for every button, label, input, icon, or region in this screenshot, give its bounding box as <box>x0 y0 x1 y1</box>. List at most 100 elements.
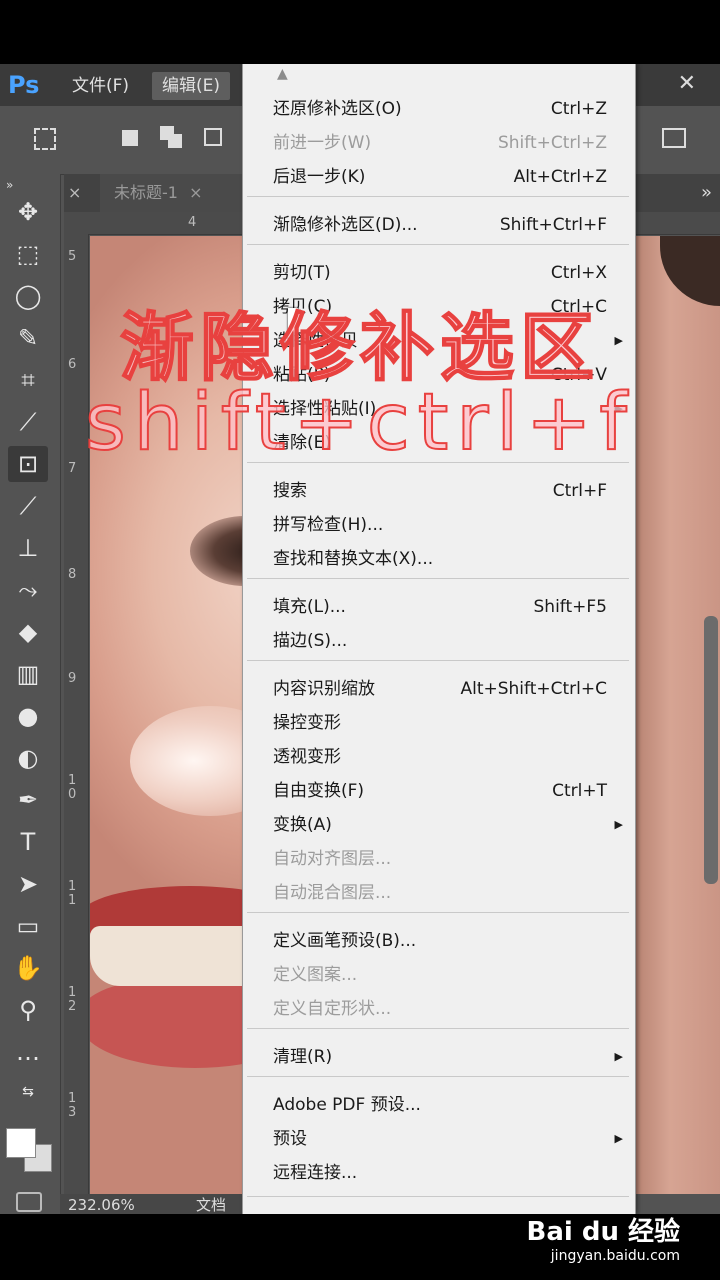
menu-item[interactable]: 拼写检查(H)... <box>273 510 607 540</box>
subtract-selection-icon[interactable] <box>200 124 230 154</box>
brush-tool-icon[interactable]: ⟋ <box>8 488 48 524</box>
menu-item-label: 清除(E) <box>273 433 332 453</box>
menu-item-label: 预设 <box>273 1129 307 1149</box>
menu-item[interactable]: 剪切(T) Ctrl+X <box>273 258 607 288</box>
swap-colors-icon[interactable]: ⇆ <box>8 1074 48 1110</box>
menu-item: 定义自定形状... <box>273 994 607 1024</box>
menu-item-label: 内容识别缩放 <box>273 679 375 699</box>
menu-item: 定义图案... <box>273 960 607 990</box>
menu-item-label: 渐隐修补选区(D)... <box>273 215 418 235</box>
ruler-label: 1 1 <box>68 879 77 908</box>
tabs-overflow-icon[interactable]: » <box>701 174 712 212</box>
menu-item-label: 远程连接... <box>273 1163 358 1183</box>
menu-separator <box>247 1196 629 1197</box>
edit-menu-dropdown: ▲ 还原修补选区(O) Ctrl+Z 前进一步(W) Shift+Ctrl+Z 后退一步… <box>242 64 636 1214</box>
ruler-label: 4 <box>188 215 197 230</box>
type-tool-icon[interactable]: T <box>8 824 48 860</box>
menu-item-shortcut: Shift+Ctrl+F <box>499 215 607 235</box>
quick-select-tool-icon[interactable]: ✎ <box>8 320 48 356</box>
menu-item[interactable]: 后退一步(K) Alt+Ctrl+Z <box>273 162 607 192</box>
menu-separator <box>247 1076 629 1077</box>
menu-item-shortcut: Alt+Shift+Ctrl+C <box>460 679 607 699</box>
patch-tool-preset-icon[interactable] <box>30 124 60 154</box>
shape-tool-icon[interactable]: ▭ <box>8 908 48 944</box>
menu-item[interactable]: 自由变换(F) Ctrl+T <box>273 776 607 806</box>
menu-item[interactable]: 清理(R) ▶ <box>273 1042 623 1072</box>
tab-close-icon[interactable]: × <box>189 183 202 202</box>
menu-item-shortcut: Ctrl+C <box>550 297 607 317</box>
pen-tool-icon[interactable]: ✒ <box>8 782 48 818</box>
move-tool-icon[interactable]: ✥ <box>8 194 48 230</box>
menu-item[interactable]: 填充(L)... Shift+F5 <box>273 592 607 622</box>
menu-item: 自动混合图层... <box>273 878 607 908</box>
hand-tool-icon[interactable]: ✋ <box>8 950 48 986</box>
crop-tool-icon[interactable]: ⌗ <box>8 362 48 398</box>
menu-edit[interactable]: 编辑(E) <box>152 72 231 100</box>
menu-item[interactable]: 还原修补选区(O) Ctrl+Z <box>273 94 607 124</box>
workspace-icon[interactable] <box>660 124 690 154</box>
menu-item[interactable]: 预设 ▶ <box>273 1124 623 1154</box>
eyedropper-tool-icon[interactable]: ⟋ <box>8 404 48 440</box>
menu-item[interactable]: 拷贝(C) Ctrl+C <box>273 292 607 322</box>
foreground-color-swatch[interactable] <box>6 1128 36 1158</box>
menu-item-label: 透视变形 <box>273 747 341 767</box>
vertical-scrollbar[interactable] <box>704 616 718 884</box>
gradient-tool-icon[interactable]: ▥ <box>8 656 48 692</box>
menu-item-label: 搜索 <box>273 481 307 501</box>
submenu-arrow-icon: ▶ <box>614 818 623 831</box>
patch-tool-icon[interactable]: ⊡ <box>8 446 48 482</box>
ruler-label: 5 <box>68 249 77 264</box>
menu-item-label: 定义自定形状... <box>273 999 392 1019</box>
stamp-tool-icon[interactable]: ⊥ <box>8 530 48 566</box>
path-select-tool-icon[interactable]: ➤ <box>8 866 48 902</box>
menu-item-label: 前进一步(W) <box>273 133 372 153</box>
doc-info-label: 文档 <box>196 1196 227 1214</box>
zoom-tool-icon[interactable]: ⚲ <box>8 992 48 1028</box>
menu-item-label: 后退一步(K) <box>273 167 366 187</box>
new-selection-icon[interactable] <box>116 124 146 154</box>
menu-scroll-up-icon[interactable]: ▲ <box>277 66 288 82</box>
menu-item[interactable]: 选择性粘贴(I) ▶ <box>273 394 623 424</box>
menu-item[interactable]: 选择性拷贝 ▶ <box>273 326 623 356</box>
menu-item-label: 描边(S)... <box>273 631 348 651</box>
lasso-tool-icon[interactable]: ◯ <box>8 278 48 314</box>
mouse-cursor-icon <box>288 308 298 334</box>
menu-item[interactable]: 操控变形 <box>273 708 607 738</box>
menu-item-shortcut: Alt+Ctrl+Z <box>513 167 607 187</box>
menu-item[interactable]: 清除(E) <box>273 428 607 458</box>
menu-item-shortcut: Ctrl+Z <box>550 99 607 119</box>
history-brush-icon[interactable]: ⤳ <box>8 572 48 608</box>
menu-file[interactable]: 文件(F) <box>62 72 139 100</box>
zoom-level[interactable]: 232.06% <box>68 1194 135 1214</box>
menu-item-label: 定义画笔预设(B)... <box>273 931 417 951</box>
menu-item-label: 还原修补选区(O) <box>273 99 402 119</box>
menu-separator <box>247 660 629 661</box>
menu-item[interactable]: Adobe PDF 预设... <box>273 1090 607 1120</box>
menu-item[interactable]: 搜索 Ctrl+F <box>273 476 607 506</box>
menu-item[interactable]: 描边(S)... <box>273 626 607 656</box>
menu-item[interactable]: 渐隐修补选区(D)... Shift+Ctrl+F <box>273 210 607 240</box>
menu-item[interactable]: 变换(A) ▶ <box>273 810 623 840</box>
window-close-icon[interactable]: ✕ <box>678 66 696 102</box>
menu-item-label: 填充(L)... <box>273 597 346 617</box>
menu-item[interactable]: 远程连接... <box>273 1158 607 1188</box>
panel-close-icon[interactable]: × <box>68 174 81 212</box>
menu-item[interactable]: 查找和替换文本(X)... <box>273 544 607 574</box>
screen-mode-icon[interactable] <box>16 1192 42 1212</box>
menu-item[interactable]: 定义画笔预设(B)... <box>273 926 607 956</box>
add-to-selection-icon[interactable] <box>158 124 188 154</box>
ruler-label: 9 <box>68 671 77 686</box>
marquee-tool-icon[interactable]: ⬚ <box>8 236 48 272</box>
menu-item[interactable]: 内容识别缩放 Alt+Shift+Ctrl+C <box>273 674 607 704</box>
eraser-tool-icon[interactable]: ◆ <box>8 614 48 650</box>
dodge-tool-icon[interactable]: ◐ <box>8 740 48 776</box>
menu-item-label: 定义图案... <box>273 965 358 985</box>
blur-tool-icon[interactable]: ● <box>8 698 48 734</box>
menu-item[interactable]: 粘贴(P) Ctrl+V <box>273 360 607 390</box>
menu-item-shortcut: Ctrl+F <box>552 481 607 501</box>
toolbar-collapse-icon[interactable]: » <box>6 178 13 192</box>
menu-item-label: 自动对齐图层... <box>273 849 392 869</box>
more-tools-icon[interactable]: … <box>8 1034 48 1070</box>
menu-item[interactable]: 透视变形 <box>273 742 607 772</box>
menu-item-label: 变换(A) <box>273 815 332 835</box>
